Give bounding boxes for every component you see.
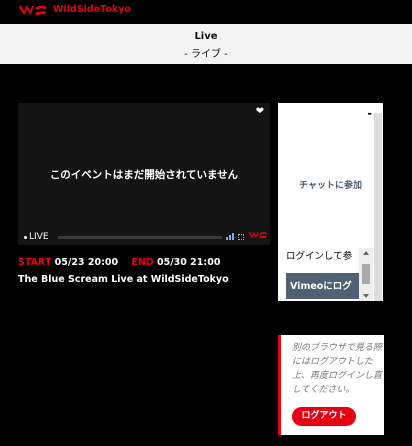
progress-bar[interactable] (58, 236, 222, 239)
live-indicator: LIVE (24, 232, 49, 242)
page-subtitle: - ライブ - (184, 49, 228, 60)
logout-button[interactable]: ログアウト (292, 407, 356, 426)
live-label: LIVE (29, 232, 49, 242)
chat-scrollbar-track[interactable] (374, 113, 382, 301)
video-player[interactable]: ❤ このイベントはまだ開始されていません LIVE (18, 103, 270, 245)
notice-text: 別のブラウザで見る際にはログアウトした上、再度ログインし直してください。 (292, 343, 383, 395)
event-schedule: START 05/23 20:00 END 05/30 21:00 (18, 257, 220, 268)
wildside-logo-icon[interactable] (18, 3, 48, 17)
chat-panel: - チャットに参加 ログインして参 Vimeoにログ (278, 103, 383, 301)
live-dot-icon (24, 235, 27, 239)
top-bar: WildSideTokyo (0, 0, 412, 24)
end-label: END (131, 257, 154, 268)
login-frame-scrollbar[interactable] (359, 248, 373, 301)
start-label: START (18, 257, 52, 268)
scroll-thumb[interactable] (362, 264, 370, 284)
not-started-message: このイベントはまだ開始されていません (49, 169, 239, 181)
join-chat-link[interactable]: チャットに参加 (278, 178, 383, 191)
fullscreen-icon[interactable] (238, 234, 244, 240)
scroll-up-icon[interactable] (363, 251, 369, 255)
event-title: The Blue Scream Live at WildSideTokyo (18, 274, 229, 285)
page-title-bar: Live - ライブ - (0, 24, 412, 64)
brand-name[interactable]: WildSideTokyo (53, 4, 131, 15)
scroll-down-icon[interactable] (363, 294, 369, 298)
volume-icon[interactable] (226, 233, 236, 240)
start-value: 05/23 20:00 (54, 257, 119, 268)
logout-notice: 別のブラウザで見る際にはログアウトした上、再度ログインし直してください。 ログア… (278, 335, 384, 435)
page-title: Live (194, 31, 218, 42)
login-prompt: ログインして参 (286, 251, 353, 262)
minimize-button[interactable]: - (367, 107, 372, 120)
end-value: 05/30 21:00 (156, 257, 221, 268)
heart-icon[interactable]: ❤ (256, 106, 264, 117)
player-logo-icon (248, 231, 268, 239)
